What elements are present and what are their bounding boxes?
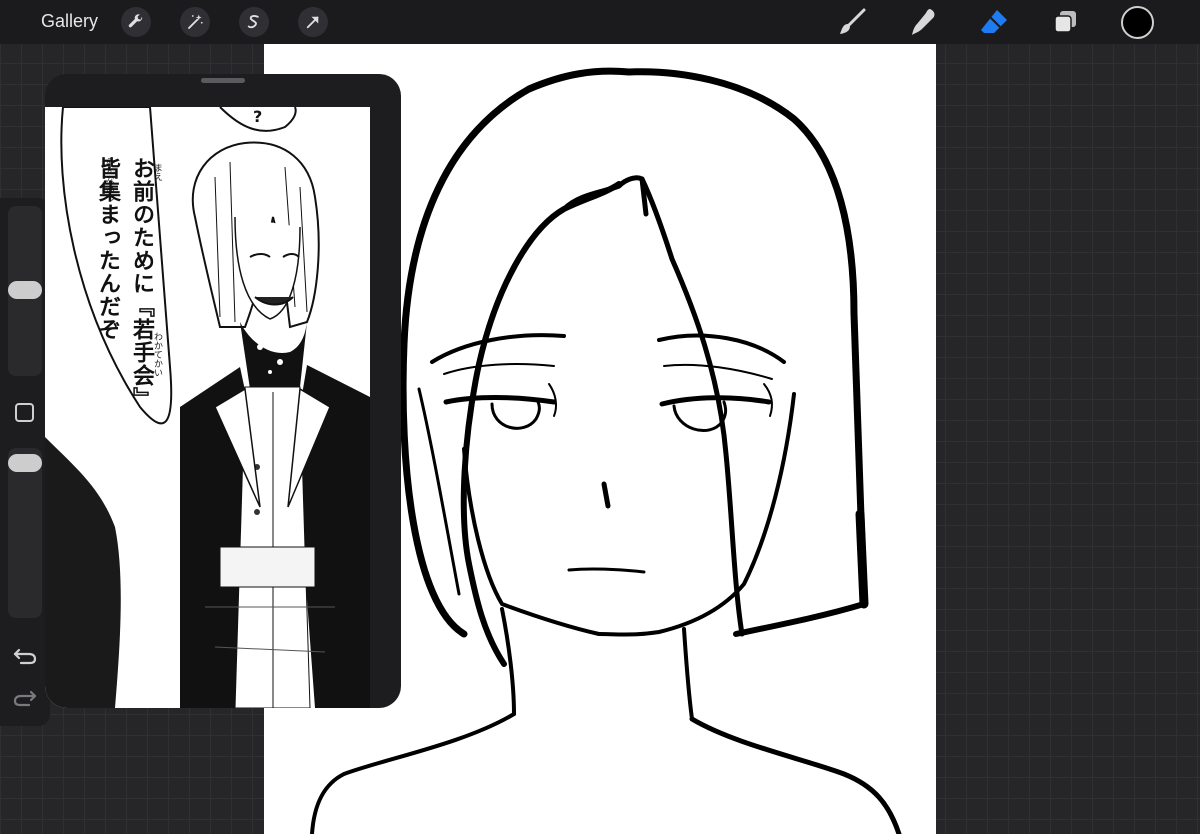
top-toolbar: Gallery (0, 0, 1200, 44)
magic-wand-icon[interactable] (180, 7, 210, 37)
sidebar (0, 198, 50, 726)
undo-icon[interactable] (13, 643, 37, 667)
color-picker-button[interactable] (1121, 6, 1154, 39)
modify-button[interactable] (15, 403, 34, 422)
reference-drag-handle[interactable] (201, 78, 245, 83)
reference-window[interactable]: ? まえ お前のために『若手会』 みんなあつ わかてかい 皆集まったんだぞ (45, 74, 401, 708)
brush-size-thumb[interactable] (8, 281, 42, 299)
opacity-thumb[interactable] (8, 454, 42, 472)
eraser-icon[interactable] (978, 6, 1010, 38)
bubble-question-mark: ? (253, 107, 263, 126)
reference-manga-image: ? まえ お前のために『若手会』 みんなあつ わかてかい 皆集まったんだぞ (45, 107, 370, 708)
speech-line-2: 皆集まったんだぞ (95, 157, 120, 341)
layers-icon[interactable] (1050, 6, 1082, 38)
wrench-icon[interactable] (121, 7, 151, 37)
ruby-wakatekai: わかてかい (152, 332, 162, 377)
redo-icon[interactable] (13, 685, 37, 709)
brush-icon[interactable] (836, 6, 868, 38)
gallery-button[interactable]: Gallery (41, 11, 98, 32)
selection-icon[interactable] (239, 7, 269, 37)
opacity-slider[interactable] (8, 448, 42, 618)
transform-arrow-icon[interactable] (298, 7, 328, 37)
smudge-icon[interactable] (907, 6, 939, 38)
